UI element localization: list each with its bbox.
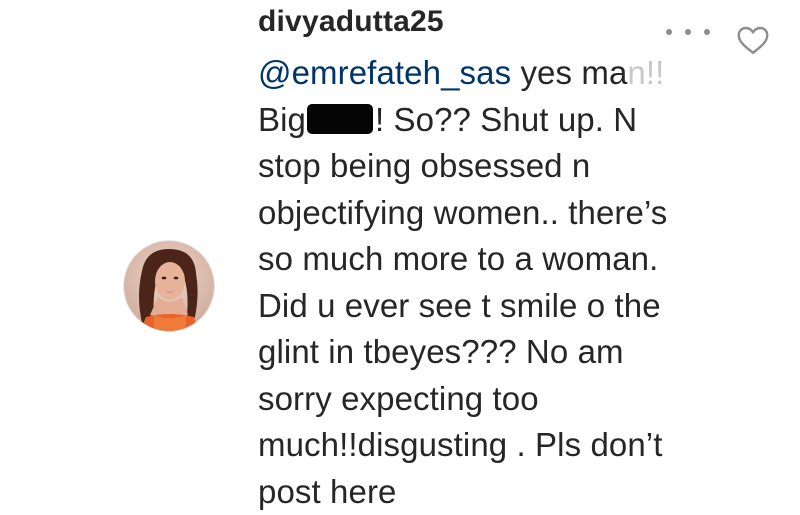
comment-line: Big ! So?? Shut up. N: [258, 97, 728, 144]
comment-line: stop being obsessed n: [258, 147, 591, 184]
comment-text-segment: ! So?? Shut up. N: [375, 100, 638, 138]
comment-line: objectifying women.. there’s: [258, 193, 668, 231]
comment-text-segment: yes ma: [511, 54, 628, 91]
avatar-photo: [124, 241, 214, 331]
redaction-box: [307, 103, 373, 134]
comment-line: sorry expecting too: [258, 379, 539, 417]
comment-line: @emrefateh_sas yes man!!: [258, 50, 728, 97]
more-options-icon: [666, 29, 672, 35]
comment-line: so much more to a woman.: [258, 240, 659, 277]
comment-text-faded: n!!: [627, 54, 665, 91]
comment-line: post here: [258, 472, 397, 510]
avatar[interactable]: [123, 240, 215, 332]
heart-outline-icon: [737, 26, 769, 54]
comment-text-segment: Big: [258, 100, 306, 138]
comment-item: divyadutta25 @emrefateh_sas yes man!! Bi…: [0, 0, 800, 515]
like-button[interactable]: [735, 22, 771, 58]
mention-link[interactable]: @emrefateh_sas: [258, 54, 511, 91]
comment-line: glint in tbeyes??? No am: [258, 333, 624, 370]
comment-text: @emrefateh_sas yes man!! Big ! So?? Shut …: [258, 50, 728, 515]
more-options-icon: [685, 29, 691, 35]
more-options-icon: [704, 29, 710, 35]
comment-line: much!!disgusting . Pls don’t: [258, 426, 663, 463]
comment-username[interactable]: divyadutta25: [258, 4, 444, 40]
more-options-button[interactable]: [666, 22, 710, 42]
comment-line: Did u ever see t smile o the: [258, 286, 661, 324]
